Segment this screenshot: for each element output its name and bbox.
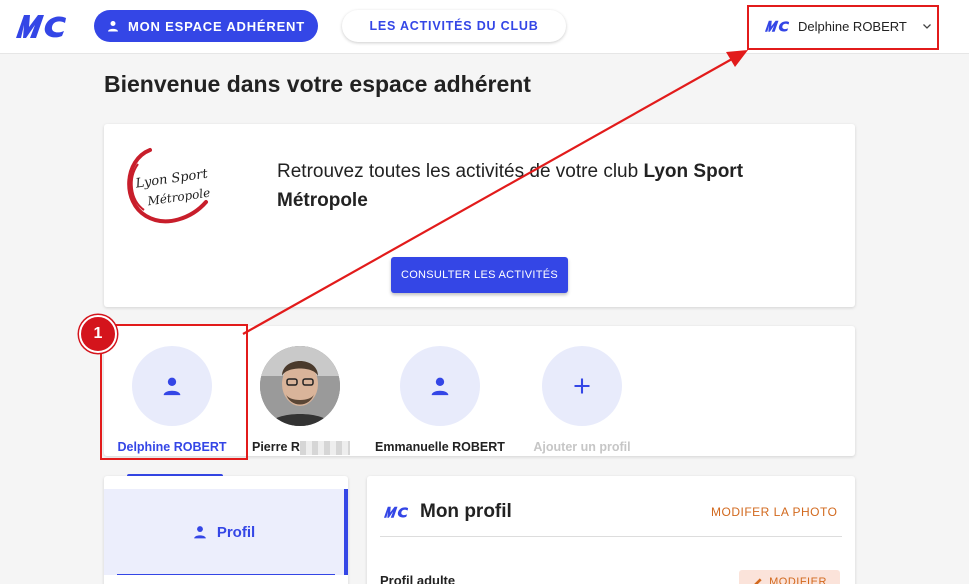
profile-panel: Mon profil MODIFER LA PHOTO Profil adult… bbox=[367, 476, 855, 584]
modify-profile-label: MODIFIER bbox=[769, 576, 827, 584]
page-title: Bienvenue dans votre espace adhérent bbox=[104, 71, 531, 97]
side-menu: Profil bbox=[104, 476, 348, 584]
club-logo: Lyon Sport Métropole bbox=[127, 148, 211, 224]
person-icon bbox=[193, 526, 206, 539]
person-icon bbox=[108, 21, 118, 32]
profile-section-title: Profil adulte bbox=[380, 573, 456, 584]
nav-activites-button[interactable]: LES ACTIVITÉS DU CLUB bbox=[342, 10, 566, 42]
side-menu-label: Profil bbox=[216, 523, 256, 541]
club-intro-text: Retrouvez toutes les activités de votre … bbox=[277, 161, 644, 182]
side-menu-item-profil[interactable]: Profil bbox=[104, 489, 344, 575]
side-menu-divider bbox=[117, 574, 335, 575]
nav-activites-label: LES ACTIVITÉS DU CLUB bbox=[369, 19, 539, 33]
consult-activities-button[interactable]: CONSULTER LES ACTIVITÉS bbox=[391, 257, 568, 293]
side-menu-active-rail bbox=[344, 489, 348, 575]
club-description: Retrouvez toutes les activités de votre … bbox=[277, 157, 817, 215]
profile-avatar bbox=[400, 346, 480, 426]
nav-mon-espace-button[interactable]: MON ESPACE ADHÉRENT bbox=[94, 10, 318, 42]
plus-icon bbox=[574, 378, 590, 394]
add-profile-avatar bbox=[542, 346, 622, 426]
add-profile-label: Ajouter un profil bbox=[533, 440, 631, 454]
profile-name: Emmanuelle ROBERT bbox=[375, 440, 505, 454]
profile-panel-title: Mon profil bbox=[420, 501, 512, 522]
modify-profile-button[interactable]: MODIFIER bbox=[739, 570, 840, 584]
person-icon bbox=[431, 377, 449, 396]
profile-name-pierre: Pierre R bbox=[235, 440, 365, 455]
add-profile-button[interactable]: Ajouter un profil bbox=[517, 346, 647, 454]
profile-photo bbox=[260, 346, 340, 426]
club-mini-logo-icon bbox=[383, 506, 409, 518]
annotation-highlight-user-menu bbox=[747, 5, 939, 50]
profile-name: Pierre R bbox=[252, 440, 300, 454]
profile-panel-divider bbox=[380, 536, 842, 537]
nav-mon-espace-label: MON ESPACE ADHÉRENT bbox=[128, 18, 305, 34]
profile-pierre[interactable]: Pierre R bbox=[235, 346, 365, 455]
annotation-highlight-profile bbox=[100, 324, 248, 460]
club-card: Lyon Sport Métropole Retrouvez toutes le… bbox=[104, 124, 855, 307]
app-logo[interactable] bbox=[14, 12, 72, 40]
annotation-step-badge: 1 bbox=[79, 315, 117, 353]
redacted-surname bbox=[299, 440, 350, 455]
profile-photo-image bbox=[260, 346, 340, 426]
profile-emmanuelle[interactable]: Emmanuelle ROBERT bbox=[375, 346, 505, 454]
pencil-icon bbox=[754, 577, 762, 584]
modify-photo-link[interactable]: MODIFER LA PHOTO bbox=[711, 505, 837, 519]
